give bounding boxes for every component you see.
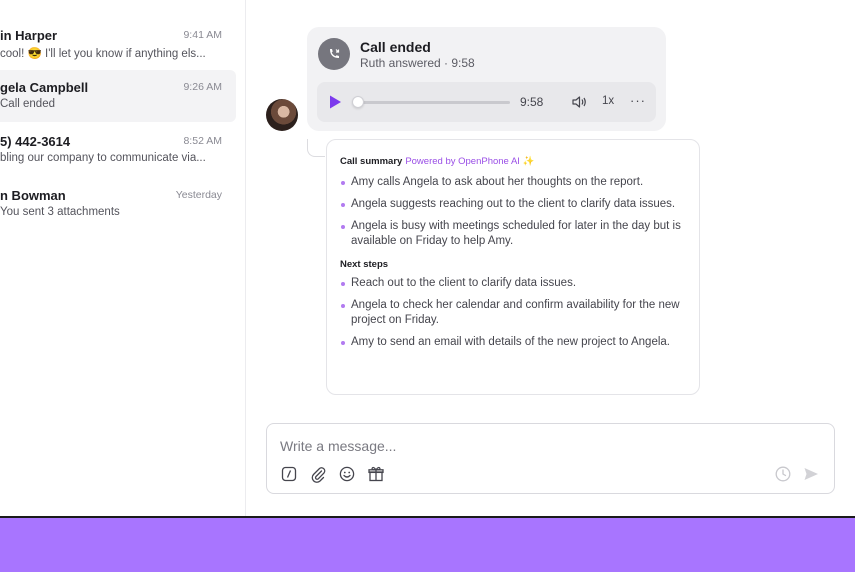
playback-speed-button[interactable]: 1x [602, 95, 614, 107]
contact-name: n Bowman [0, 188, 66, 203]
message-preview: Call ended [0, 98, 55, 110]
next-steps-list: Reach out to the client to clarify data … [340, 276, 686, 350]
gift-icon[interactable] [367, 465, 385, 483]
audio-scrubber[interactable] [352, 96, 364, 108]
contact-name: gela Campbell [0, 80, 89, 95]
audio-duration: 9:58 [520, 95, 544, 109]
emoji-icon[interactable] [338, 465, 356, 483]
message-preview: cool! 😎 I'll let you know if anything el… [0, 48, 206, 60]
message-time: 9:26 AM [183, 81, 222, 93]
message-input[interactable] [280, 436, 800, 456]
next-step-item: Reach out to the client to clarify data … [340, 276, 686, 291]
summary-title: Call summary [340, 156, 403, 167]
attachment-icon[interactable] [309, 465, 327, 483]
message-composer [266, 423, 835, 494]
ai-powered-label: Powered by OpenPhone AI ✨ [405, 156, 535, 167]
conversation-item-selected[interactable]: gela Campbell 9:26 AM Call ended [0, 70, 236, 122]
contact-name: in Harper [0, 28, 58, 43]
conversation-item[interactable]: in Harper 9:41 AM cool! 😎 I'll let you k… [0, 18, 236, 70]
summary-point: Amy calls Angela to ask about her though… [340, 175, 686, 190]
call-title: Call ended [360, 39, 431, 55]
call-card: Call ended Ruth answered · 9:58 9:58 1x … [307, 27, 666, 131]
bottom-color-band [0, 516, 855, 572]
call-ended-icon [318, 38, 350, 70]
more-options-icon[interactable]: ··· [630, 93, 646, 108]
message-time: 8:52 AM [183, 135, 222, 147]
summary-point: Angela suggests reaching out to the clie… [340, 197, 686, 212]
audio-player: 9:58 1x ··· [317, 82, 656, 122]
message-preview: You sent 3 attachments [0, 206, 120, 218]
summary-header: Call summary Powered by OpenPhone AI ✨ [340, 151, 686, 169]
conversation-pane: Call ended Ruth answered · 9:58 9:58 1x … [246, 0, 855, 516]
thread-connector [307, 139, 325, 157]
volume-icon[interactable] [570, 93, 588, 111]
conversation-list: in Harper 9:41 AM cool! 😎 I'll let you k… [0, 0, 246, 516]
avatar[interactable] [266, 99, 298, 131]
message-time: Yesterday [175, 189, 222, 201]
message-time: 9:41 AM [183, 29, 222, 41]
play-icon[interactable] [327, 94, 343, 110]
next-steps-title: Next steps [340, 259, 389, 270]
call-summary-card: Call summary Powered by OpenPhone AI ✨ Am… [326, 139, 700, 395]
message-preview: bling our company to communicate via... [0, 152, 206, 164]
audio-progress-track[interactable] [357, 101, 510, 104]
schedule-icon[interactable] [774, 465, 792, 483]
contact-name: 5) 442-3614 [0, 134, 71, 149]
summary-point: Angela is busy with meetings scheduled f… [340, 219, 686, 249]
conversation-item[interactable]: 5) 442-3614 8:52 AM bling our company to… [0, 124, 236, 176]
shortcut-icon[interactable] [280, 465, 298, 483]
call-subtitle: Ruth answered · 9:58 [360, 56, 475, 70]
send-icon[interactable] [802, 465, 820, 483]
app-window: in Harper 9:41 AM cool! 😎 I'll let you k… [0, 0, 855, 516]
next-step-item: Amy to send an email with details of the… [340, 335, 686, 350]
conversation-item[interactable]: n Bowman Yesterday You sent 3 attachment… [0, 178, 236, 230]
summary-points: Amy calls Angela to ask about her though… [340, 175, 686, 249]
next-step-item: Angela to check her calendar and confirm… [340, 298, 686, 328]
